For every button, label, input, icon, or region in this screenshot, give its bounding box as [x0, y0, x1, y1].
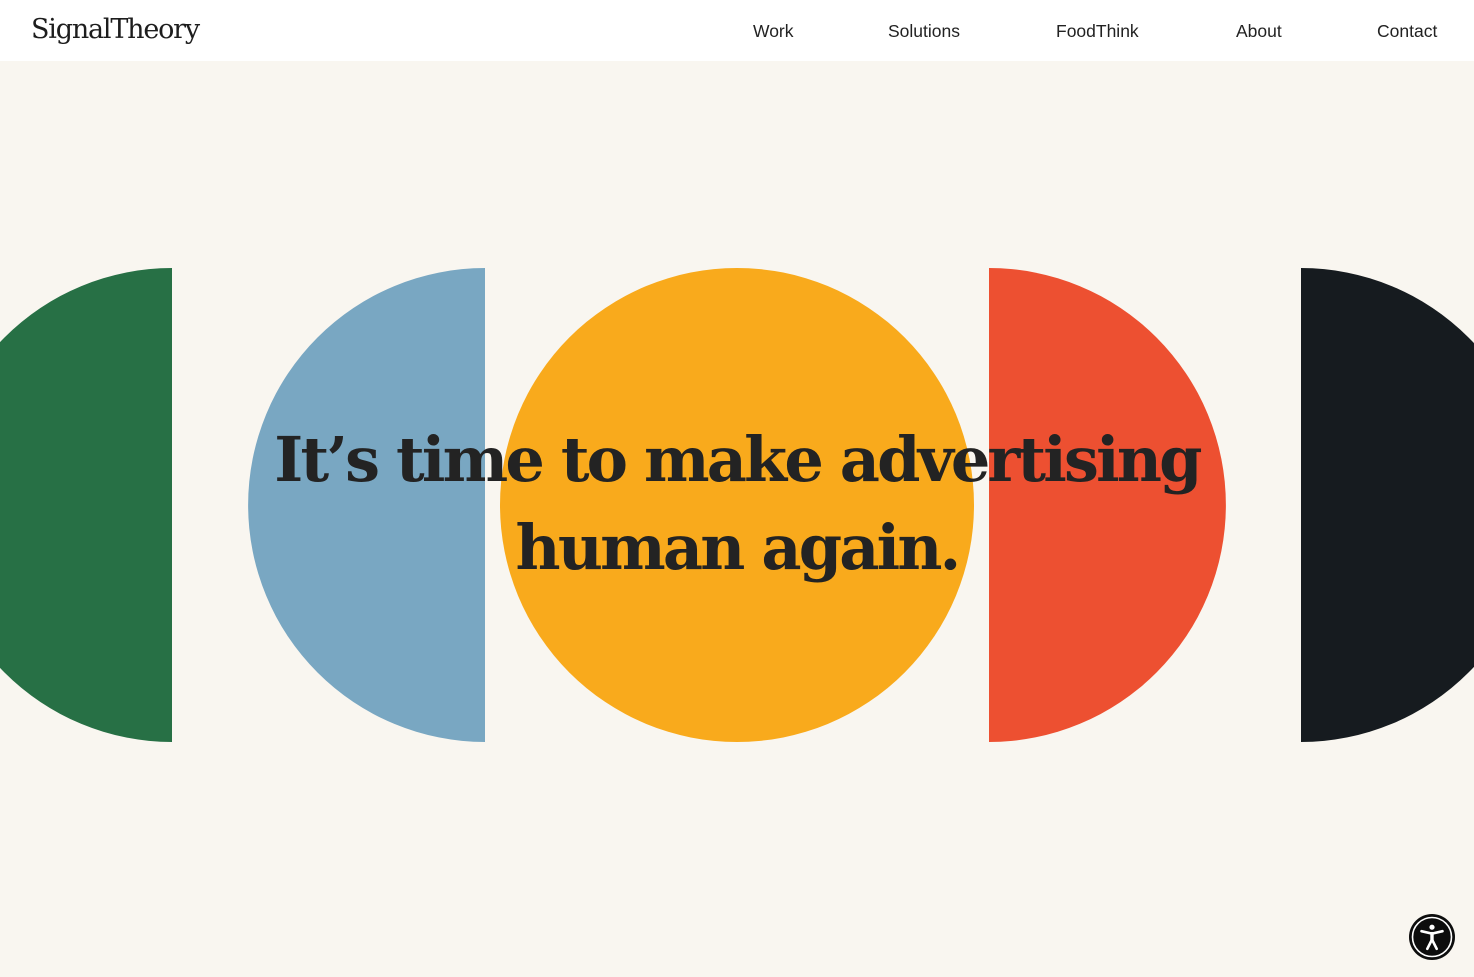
nav-link-contact[interactable]: Contact [1377, 19, 1437, 43]
nav-link-about[interactable]: About [1236, 19, 1282, 43]
black-half-circle [1301, 268, 1474, 742]
site-header: SignalTheory Work Solutions FoodThink Ab… [0, 0, 1474, 61]
nav-link-solutions[interactable]: Solutions [888, 19, 960, 43]
accessibility-icon [1411, 916, 1453, 958]
hero-headline: It’s time to make advertising human agai… [237, 416, 1237, 592]
green-half-circle [0, 268, 172, 742]
nav-link-foodthink[interactable]: FoodThink [1056, 19, 1139, 43]
accessibility-button[interactable] [1409, 914, 1455, 960]
logo[interactable]: SignalTheory [31, 11, 200, 49]
nav-link-work[interactable]: Work [753, 19, 794, 43]
headline-line-2: human again. [515, 511, 962, 584]
headline-line-1: It’s time to make advertising [274, 423, 1202, 496]
